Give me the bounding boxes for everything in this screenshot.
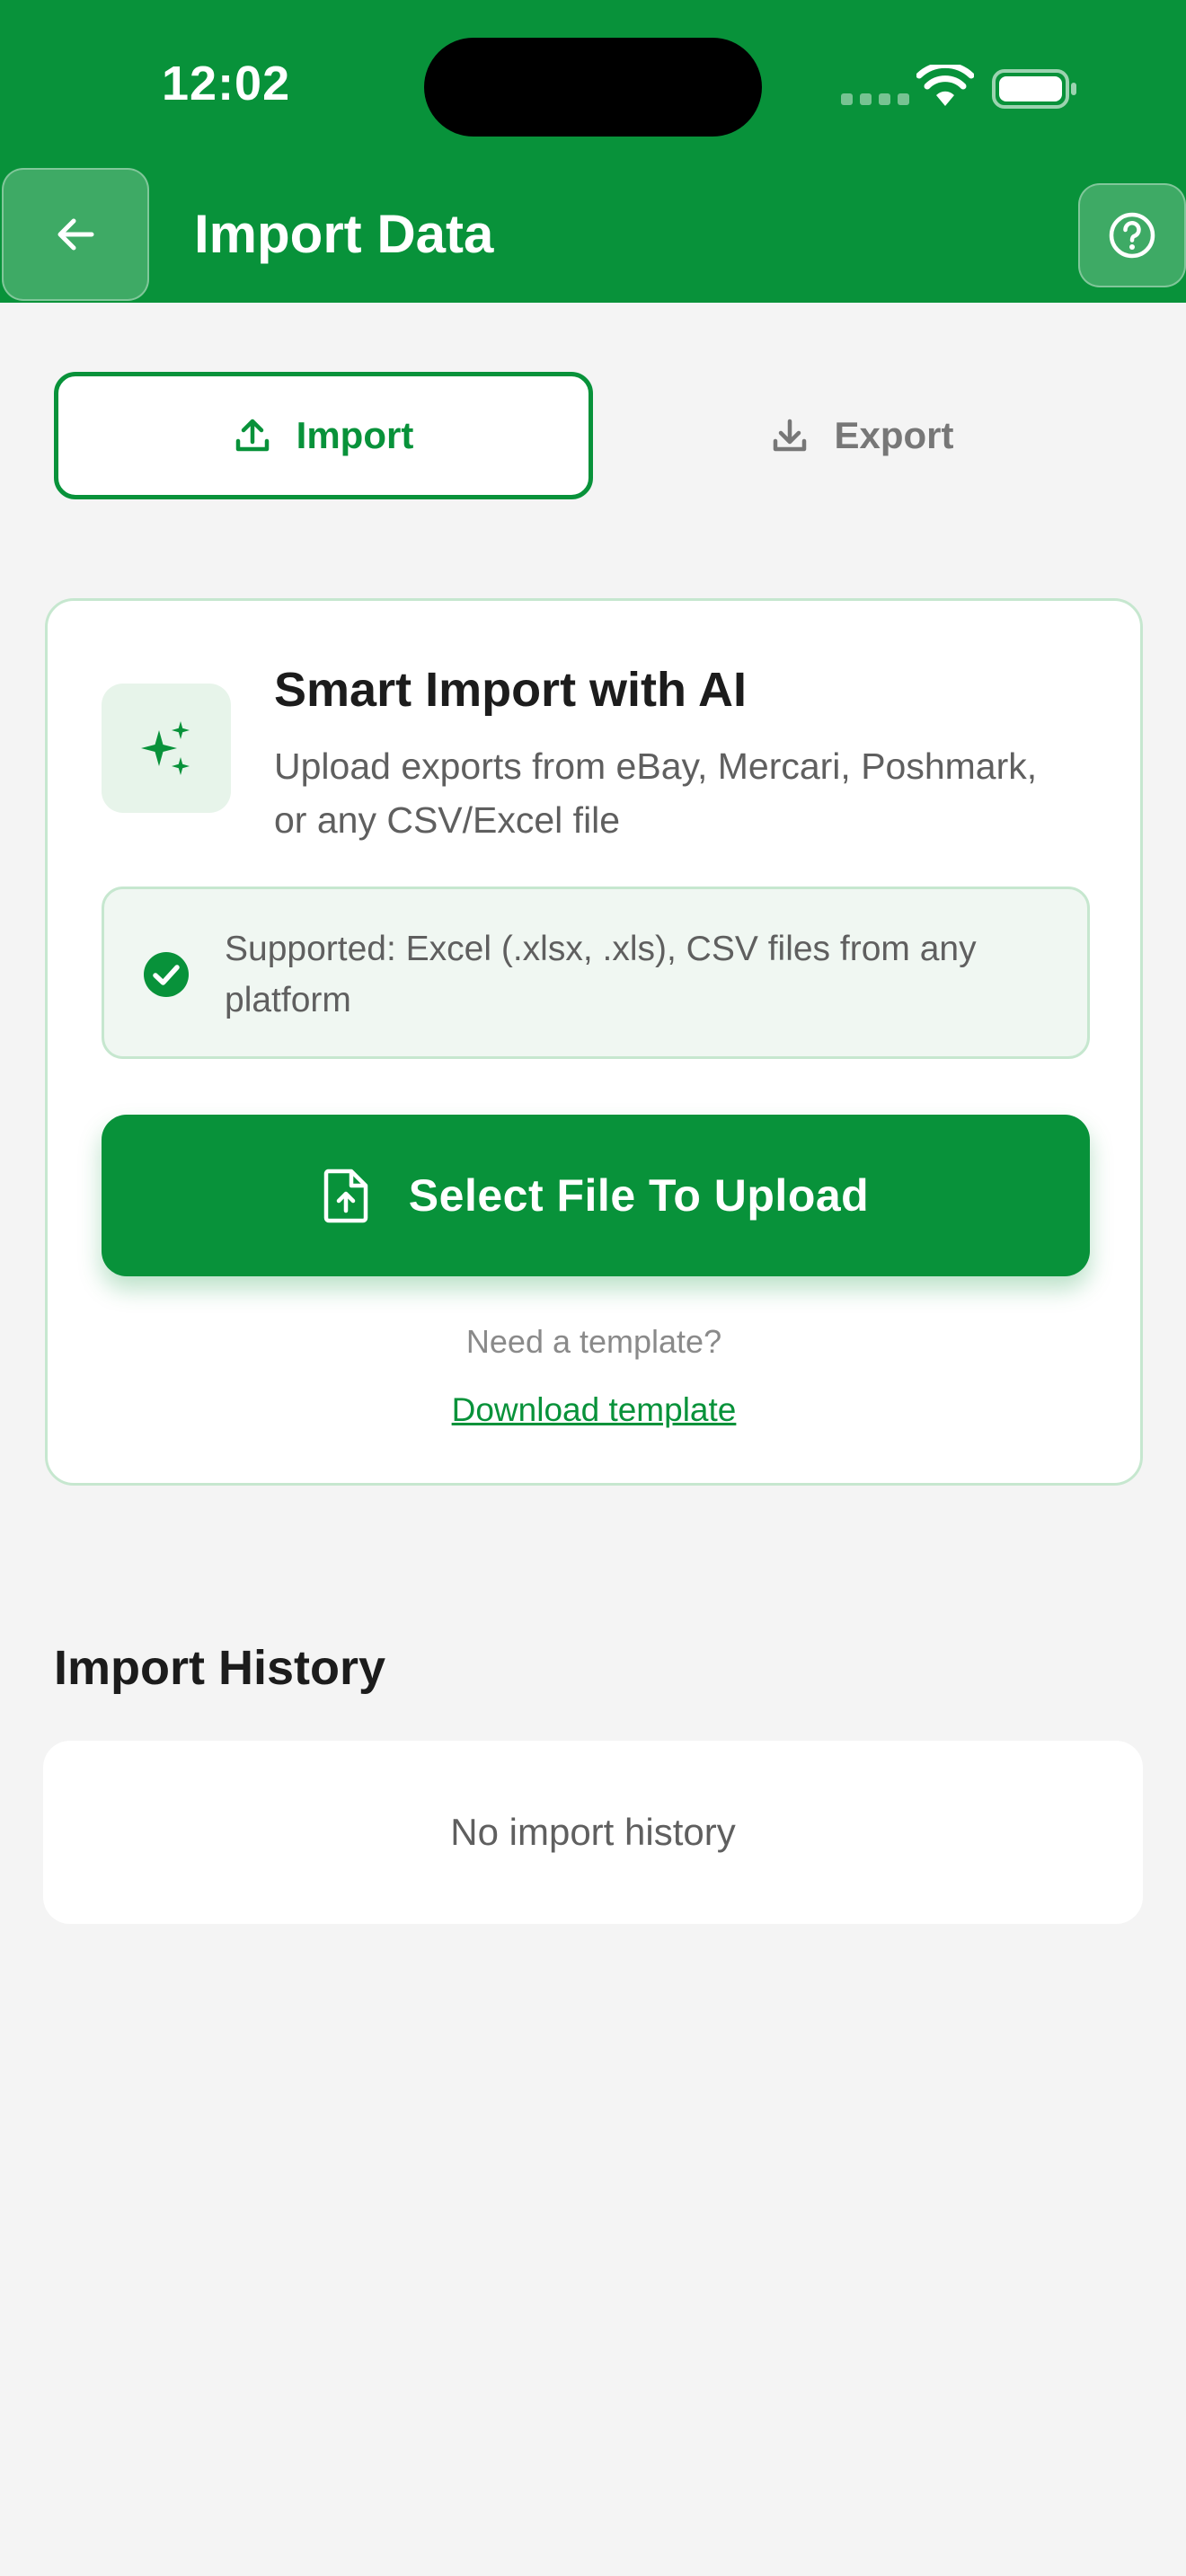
upload-icon (235, 419, 269, 452)
import-history-title: Import History (54, 1641, 386, 1695)
dynamic-island (424, 38, 762, 137)
select-file-button[interactable]: Select File To Upload (102, 1115, 1090, 1276)
card-subtitle: Upload exports from eBay, Mercari, Poshm… (274, 745, 1038, 841)
tab-export[interactable]: Export (593, 372, 1132, 499)
back-button[interactable] (2, 168, 149, 301)
sparkles-icon (141, 721, 190, 775)
supported-formats-text: Supported: Excel (.xlsx, .xls), CSV file… (225, 930, 977, 1019)
check-circle-icon (144, 952, 189, 997)
app-header: 12:02 Import Data (0, 0, 1186, 303)
smart-import-card: Smart Import with AI Upload exports from… (45, 598, 1143, 1486)
download-template-link[interactable]: Download template (48, 1391, 1140, 1429)
template-prompt: Need a template? (465, 1323, 722, 1360)
card-title: Smart Import with AI (274, 663, 748, 717)
wifi-icon (916, 65, 974, 106)
arrow-left-icon (58, 218, 94, 251)
tab-export-label: Export (834, 414, 954, 456)
import-history-card: No import history (43, 1741, 1143, 1924)
page-title: Import Data (194, 204, 494, 264)
select-file-label: Select File To Upload (408, 1170, 870, 1221)
supported-formats-notice: Supported: Excel (.xlsx, .xls), CSV file… (102, 887, 1090, 1059)
cellular-signal-icon (841, 93, 909, 105)
help-button[interactable] (1078, 183, 1186, 287)
help-circle-icon (1109, 212, 1155, 259)
file-upload-icon (323, 1169, 368, 1223)
download-icon (774, 419, 807, 452)
status-time: 12:02 (162, 57, 291, 110)
tab-import-label: Import (296, 414, 414, 456)
battery-icon (992, 69, 1076, 109)
ai-icon-container (102, 684, 231, 813)
import-history-empty-text: No import history (450, 1811, 736, 1853)
tab-import[interactable]: Import (54, 372, 593, 499)
import-data-screen: 12:02 Import Data Import Export Smart Im… (0, 0, 1186, 2576)
